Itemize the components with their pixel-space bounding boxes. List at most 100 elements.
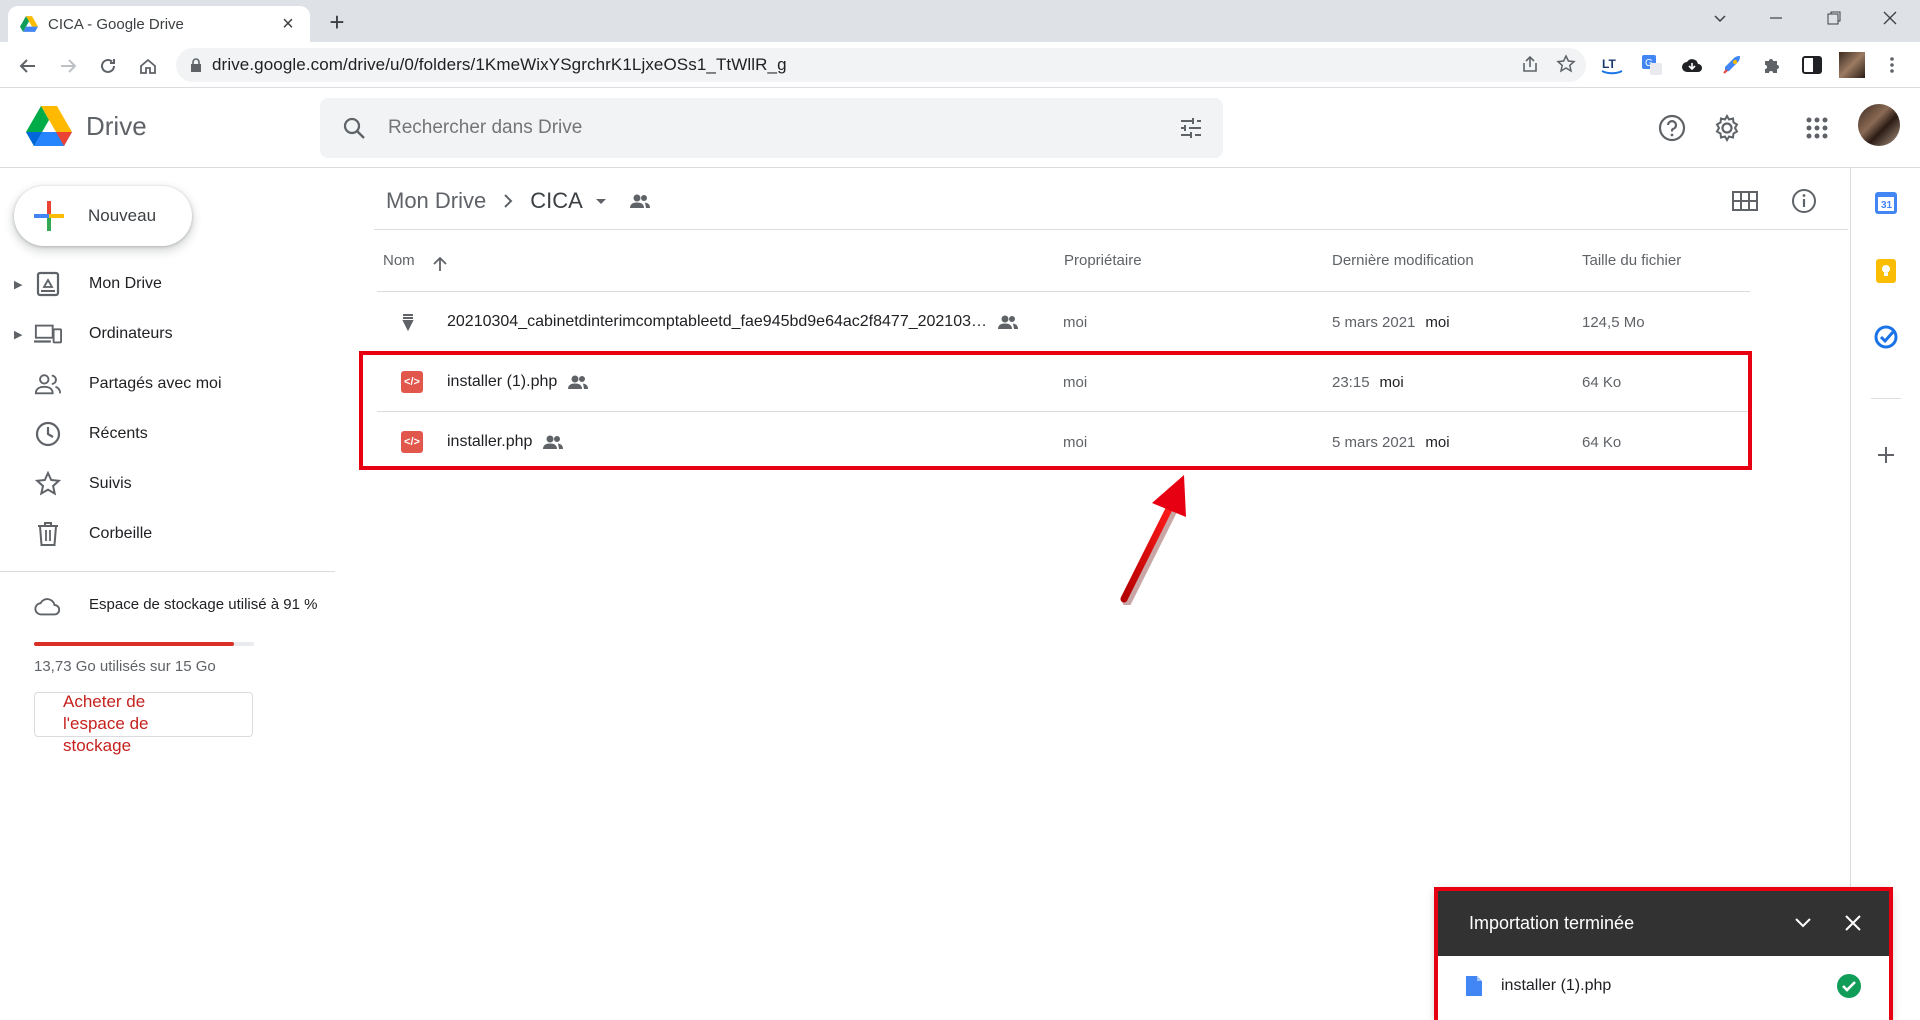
home-icon[interactable]	[132, 50, 164, 82]
storage-usage-bar	[34, 642, 254, 646]
buy-storage-label: Acheter de l'espace de stockage	[63, 692, 149, 755]
sidebar-item-label: Partagés avec moi	[89, 375, 222, 392]
drive-logo[interactable]: Drive	[26, 106, 147, 146]
browser-menu-icon[interactable]	[1882, 51, 1902, 79]
chevron-right-icon	[504, 194, 513, 208]
profile-avatar-small[interactable]	[1838, 51, 1866, 79]
new-button-label: Nouveau	[88, 206, 157, 225]
new-tab-button[interactable]: +	[322, 8, 352, 38]
search-input[interactable]	[388, 117, 1148, 139]
tab-title: CICA - Google Drive	[48, 15, 184, 33]
breadcrumb-current-folder[interactable]: CICA	[530, 188, 583, 214]
account-avatar[interactable]	[1858, 104, 1900, 146]
people-icon	[34, 370, 62, 398]
close-window-button[interactable]	[1866, 0, 1914, 36]
expand-caret-icon[interactable]: ▶	[14, 278, 24, 291]
browser-tab[interactable]: CICA - Google Drive ×	[8, 6, 310, 42]
expand-caret-icon[interactable]: ▶	[14, 328, 24, 341]
storage-usage-fill	[34, 642, 235, 646]
calendar-icon[interactable]: 31	[1873, 190, 1899, 216]
sidepanel-icon[interactable]	[1798, 51, 1826, 79]
sidebar-item-my-drive[interactable]: ▶ Mon Drive	[0, 262, 330, 306]
settings-gear-icon[interactable]	[1707, 108, 1747, 148]
new-button[interactable]: Nouveau	[14, 186, 192, 246]
upload-highlight-annotation-box	[1434, 887, 1893, 1020]
breadcrumb-root[interactable]: Mon Drive	[386, 188, 486, 214]
omnibox[interactable]: drive.google.com/drive/u/0/folders/1KmeW…	[176, 48, 1586, 82]
drive-logo-icon	[26, 106, 72, 146]
sidebar-item-trash[interactable]: Corbeille	[0, 512, 330, 556]
table-row[interactable]: 20210304_cabinetdinterimcomptableetd_fae…	[377, 291, 1750, 351]
shared-people-icon	[998, 315, 1018, 329]
tab-search-icon[interactable]	[1696, 0, 1744, 36]
star-icon	[34, 470, 62, 498]
details-info-icon[interactable]	[1786, 183, 1822, 219]
storage-label: Espace de stockage utilisé à 91 %	[89, 596, 318, 613]
back-icon[interactable]	[12, 50, 44, 82]
translate-extension-icon[interactable]: G	[1638, 51, 1666, 79]
search-bar[interactable]	[320, 98, 1223, 158]
storage-usage-text: 13,73 Go utilisés sur 15 Go	[34, 658, 216, 675]
extensions-puzzle-icon[interactable]	[1758, 51, 1786, 79]
add-addon-icon[interactable]	[1873, 442, 1899, 468]
help-icon[interactable]	[1652, 108, 1692, 148]
apps-grid-icon[interactable]	[1797, 108, 1837, 148]
share-icon[interactable]	[1520, 54, 1540, 74]
grid-view-icon[interactable]	[1727, 183, 1763, 219]
highlight-annotation-box	[359, 351, 1752, 470]
drive-header: Drive	[0, 88, 1920, 168]
sidebar-item-label: Récents	[89, 425, 148, 442]
main-header-divider	[374, 229, 1848, 230]
reload-icon[interactable]	[92, 50, 124, 82]
sidebar-item-label: Mon Drive	[89, 275, 162, 292]
modified-by: moi	[1425, 313, 1450, 331]
column-header-name[interactable]: Nom	[383, 252, 415, 269]
address-bar: drive.google.com/drive/u/0/folders/1KmeW…	[0, 42, 1920, 88]
rocket-extension-icon[interactable]	[1718, 51, 1746, 79]
forward-icon[interactable]	[52, 50, 84, 82]
rail-divider	[1871, 398, 1901, 399]
tasks-icon[interactable]	[1873, 324, 1899, 350]
sidebar-divider	[0, 571, 335, 572]
clock-icon	[34, 420, 62, 448]
breadcrumb: Mon Drive CICA	[386, 183, 651, 219]
archive-file-icon	[401, 292, 415, 352]
cloud-download-extension-icon[interactable]	[1678, 51, 1706, 79]
search-options-icon[interactable]	[1179, 116, 1203, 140]
sidebar-item-computers[interactable]: ▶ Ordinateurs	[0, 312, 330, 356]
annotation-arrow	[1120, 475, 1186, 605]
sort-ascending-arrow-icon[interactable]	[432, 256, 448, 272]
cloud-icon	[34, 592, 62, 620]
sidebar-item-label: Suivis	[89, 475, 132, 492]
tab-close-icon[interactable]: ×	[278, 14, 298, 34]
column-header-modified[interactable]: Dernière modification	[1332, 252, 1474, 269]
my-drive-icon	[34, 270, 62, 298]
svg-text:LT: LT	[1602, 57, 1616, 71]
restore-button[interactable]	[1810, 0, 1858, 36]
svg-text:31: 31	[1881, 200, 1893, 211]
languagetool-extension-icon[interactable]: LT	[1598, 51, 1626, 79]
owner-cell: moi	[1063, 313, 1088, 331]
shared-folder-icon	[629, 194, 650, 208]
size-cell: 124,5 Mo	[1582, 313, 1645, 331]
plus-colored-icon	[34, 201, 64, 231]
browser-tabstrip: CICA - Google Drive × +	[0, 0, 1920, 42]
keep-icon[interactable]	[1873, 258, 1899, 284]
buy-storage-button[interactable]: Acheter de l'espace de stockage	[34, 692, 253, 755]
trash-icon	[34, 520, 62, 548]
sidebar-item-starred[interactable]: Suivis	[0, 462, 330, 506]
modified-cell: 5 mars 2021 moi	[1332, 292, 1450, 352]
computers-icon	[34, 320, 62, 348]
sidebar-item-label: Corbeille	[89, 525, 153, 542]
minimize-button[interactable]	[1752, 0, 1800, 36]
sidebar-item-shared-with-me[interactable]: Partagés avec moi	[0, 362, 330, 406]
sidebar-item-recent[interactable]: Récents	[0, 412, 330, 456]
file-name: 20210304_cabinetdinterimcomptableetd_fae…	[447, 313, 987, 330]
app-name: Drive	[86, 110, 147, 141]
modified-date: 5 mars 2021	[1332, 313, 1416, 331]
folder-menu-caret-icon[interactable]	[589, 189, 613, 213]
bookmark-star-icon[interactable]	[1556, 54, 1576, 74]
file-name-cell: 20210304_cabinetdinterimcomptableetd_fae…	[447, 292, 1019, 352]
column-header-size[interactable]: Taille du fichier	[1582, 252, 1681, 269]
search-icon[interactable]	[342, 116, 366, 140]
